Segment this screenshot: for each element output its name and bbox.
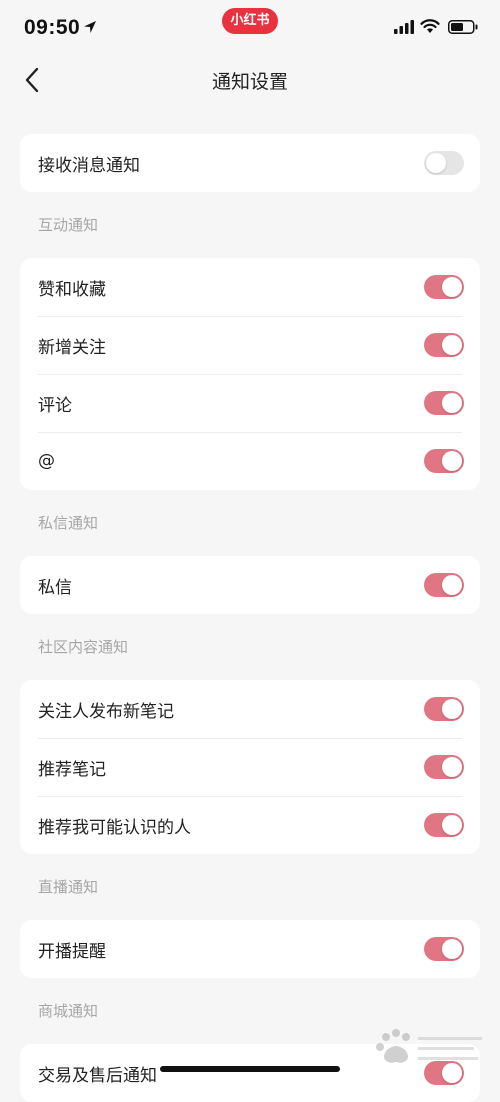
followed-new-notes-toggle[interactable] <box>424 697 464 721</box>
list-item: @ <box>20 432 480 490</box>
row-label: 赞和收藏 <box>38 279 106 300</box>
comments-toggle[interactable] <box>424 391 464 415</box>
app-badge: 小红书 <box>222 8 278 34</box>
row-label: 开播提醒 <box>38 941 106 962</box>
list-item: 开播提醒 <box>20 920 480 978</box>
private-messages-toggle[interactable] <box>424 573 464 597</box>
list-item: 评论 <box>20 374 480 432</box>
toggle-knob <box>442 277 462 297</box>
list-item: 推荐我可能认识的人 <box>20 796 480 854</box>
nav-bar: 通知设置 <box>0 58 500 102</box>
row-label: 评论 <box>38 395 72 416</box>
toggle-knob <box>442 699 462 719</box>
row-label: 私信 <box>38 577 72 598</box>
toggle-knob <box>442 575 462 595</box>
battery-icon <box>448 20 478 34</box>
toggle-knob <box>442 451 462 471</box>
toggle-knob <box>442 393 462 413</box>
master-card: 接收消息通知 <box>20 134 480 192</box>
section-header-community: 社区内容通知 <box>38 638 129 656</box>
toggle-knob <box>442 757 462 777</box>
location-arrow-icon <box>84 21 96 33</box>
row-label: 推荐我可能认识的人 <box>38 817 191 838</box>
master-notification-label: 接收消息通知 <box>38 155 140 176</box>
people-you-may-know-toggle[interactable] <box>424 813 464 837</box>
baidu-jingyan-watermark <box>376 1029 482 1063</box>
list-item: 私信 <box>20 556 480 614</box>
status-time: 09:50 <box>24 16 81 39</box>
section-header-interaction: 互动通知 <box>38 216 99 234</box>
live-card: 开播提醒 <box>20 920 480 978</box>
row-label: @ <box>38 451 55 471</box>
toggle-knob <box>442 335 462 355</box>
row-label: 新增关注 <box>38 337 106 358</box>
row-label: 交易及售后通知 <box>38 1065 157 1086</box>
list-item: 关注人发布新笔记 <box>20 680 480 738</box>
section-header-live: 直播通知 <box>38 878 99 896</box>
cellular-signal-icon <box>394 20 414 34</box>
interaction-card: 赞和收藏 新增关注 评论 @ <box>20 258 480 490</box>
master-notification-toggle[interactable] <box>424 151 464 175</box>
section-header-messages: 私信通知 <box>38 514 99 532</box>
messages-card: 私信 <box>20 556 480 614</box>
status-bar: 09:50 小红书 <box>0 0 500 58</box>
list-item: 赞和收藏 <box>20 258 480 316</box>
toggle-knob <box>442 939 462 959</box>
community-card: 关注人发布新笔记 推荐笔记 推荐我可能认识的人 <box>20 680 480 854</box>
home-indicator[interactable] <box>160 1066 340 1072</box>
list-item: 新增关注 <box>20 316 480 374</box>
new-followers-toggle[interactable] <box>424 333 464 357</box>
toggle-knob <box>426 153 446 173</box>
mentions-toggle[interactable] <box>424 449 464 473</box>
wifi-icon <box>420 19 440 33</box>
toggle-knob <box>442 815 462 835</box>
row-label: 推荐笔记 <box>38 759 106 780</box>
list-item: 推荐笔记 <box>20 738 480 796</box>
row-label: 关注人发布新笔记 <box>38 701 174 722</box>
live-start-reminder-toggle[interactable] <box>424 937 464 961</box>
recommended-notes-toggle[interactable] <box>424 755 464 779</box>
likes-collects-toggle[interactable] <box>424 275 464 299</box>
master-notification-row: 接收消息通知 <box>20 134 480 192</box>
settings-list: 接收消息通知 互动通知 赞和收藏 新增关注 评论 @ 私信通知 私信 社区内容通 <box>0 102 500 1102</box>
page-title: 通知设置 <box>211 71 288 93</box>
